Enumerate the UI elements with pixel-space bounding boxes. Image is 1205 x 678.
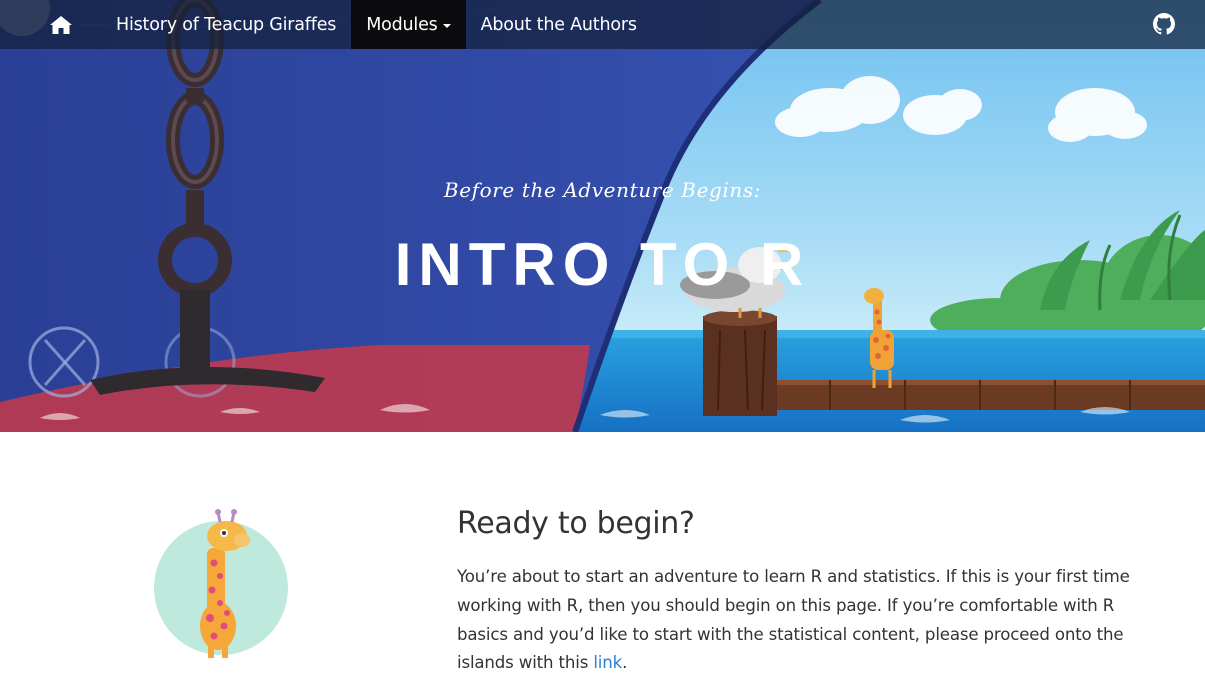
hero-illustration (0, 0, 1205, 432)
github-icon[interactable] (1153, 13, 1175, 35)
giraffe-avatar (154, 509, 288, 658)
top-navbar: History of Teacup Giraffes Modules About… (0, 0, 1205, 49)
intro-text-end: . (622, 653, 628, 673)
home-button[interactable] (0, 0, 102, 49)
section-heading: Ready to begin? (457, 506, 695, 541)
nav-authors-link[interactable]: About the Authors (466, 0, 652, 49)
nav-modules-dropdown[interactable]: Modules (351, 0, 466, 49)
hero-banner: Before the Adventure Begins: INTRO TO R (0, 0, 1205, 432)
intro-paragraph: You’re about to start an adventure to le… (457, 563, 1157, 678)
intro-text: You’re about to start an adventure to le… (457, 567, 1130, 673)
home-icon (50, 15, 72, 34)
intro-section: Ready to begin? You’re about to start an… (0, 432, 1205, 677)
islands-link[interactable]: link (593, 653, 622, 672)
nav-history-label: History of Teacup Giraffes (116, 14, 337, 35)
hero-title: INTRO TO R (394, 231, 811, 298)
nav-authors-label: About the Authors (480, 14, 637, 35)
caret-down-icon (442, 23, 451, 28)
hero-subtitle: Before the Adventure Begins: (443, 178, 762, 202)
nav-modules-label: Modules (366, 14, 438, 35)
nav-history-link[interactable]: History of Teacup Giraffes (102, 0, 351, 49)
